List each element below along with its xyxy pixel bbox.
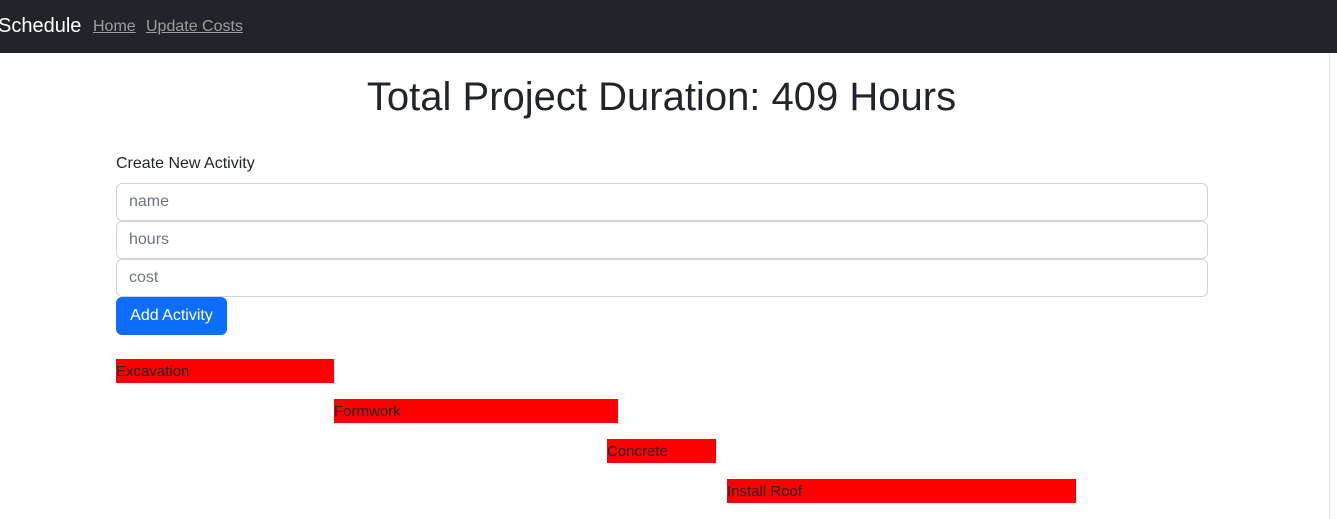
activity-name-input[interactable] xyxy=(116,183,1208,221)
activity-bar-excavation: Excavation xyxy=(116,359,334,383)
top-navbar: Schedule Home Update Costs xyxy=(0,0,1337,53)
page-title: Total Project Duration: 409 Hours xyxy=(366,75,957,119)
activity-hours-input[interactable] xyxy=(116,221,1208,259)
activity-bar-concrete: Concrete xyxy=(607,439,716,463)
page-scrollbar[interactable] xyxy=(1329,53,1337,519)
nav-link-update-costs[interactable]: Update Costs xyxy=(146,17,243,36)
activity-bar-formwork: Formwork xyxy=(334,399,618,423)
create-activity-label: Create New Activity xyxy=(116,155,255,172)
activity-cost-input[interactable] xyxy=(116,259,1208,297)
navbar-brand[interactable]: Schedule xyxy=(0,14,81,38)
activity-bar-install-roof: Install Roof xyxy=(727,479,1076,503)
add-activity-button[interactable]: Add Activity xyxy=(116,297,227,335)
nav-link-home[interactable]: Home xyxy=(93,17,136,36)
